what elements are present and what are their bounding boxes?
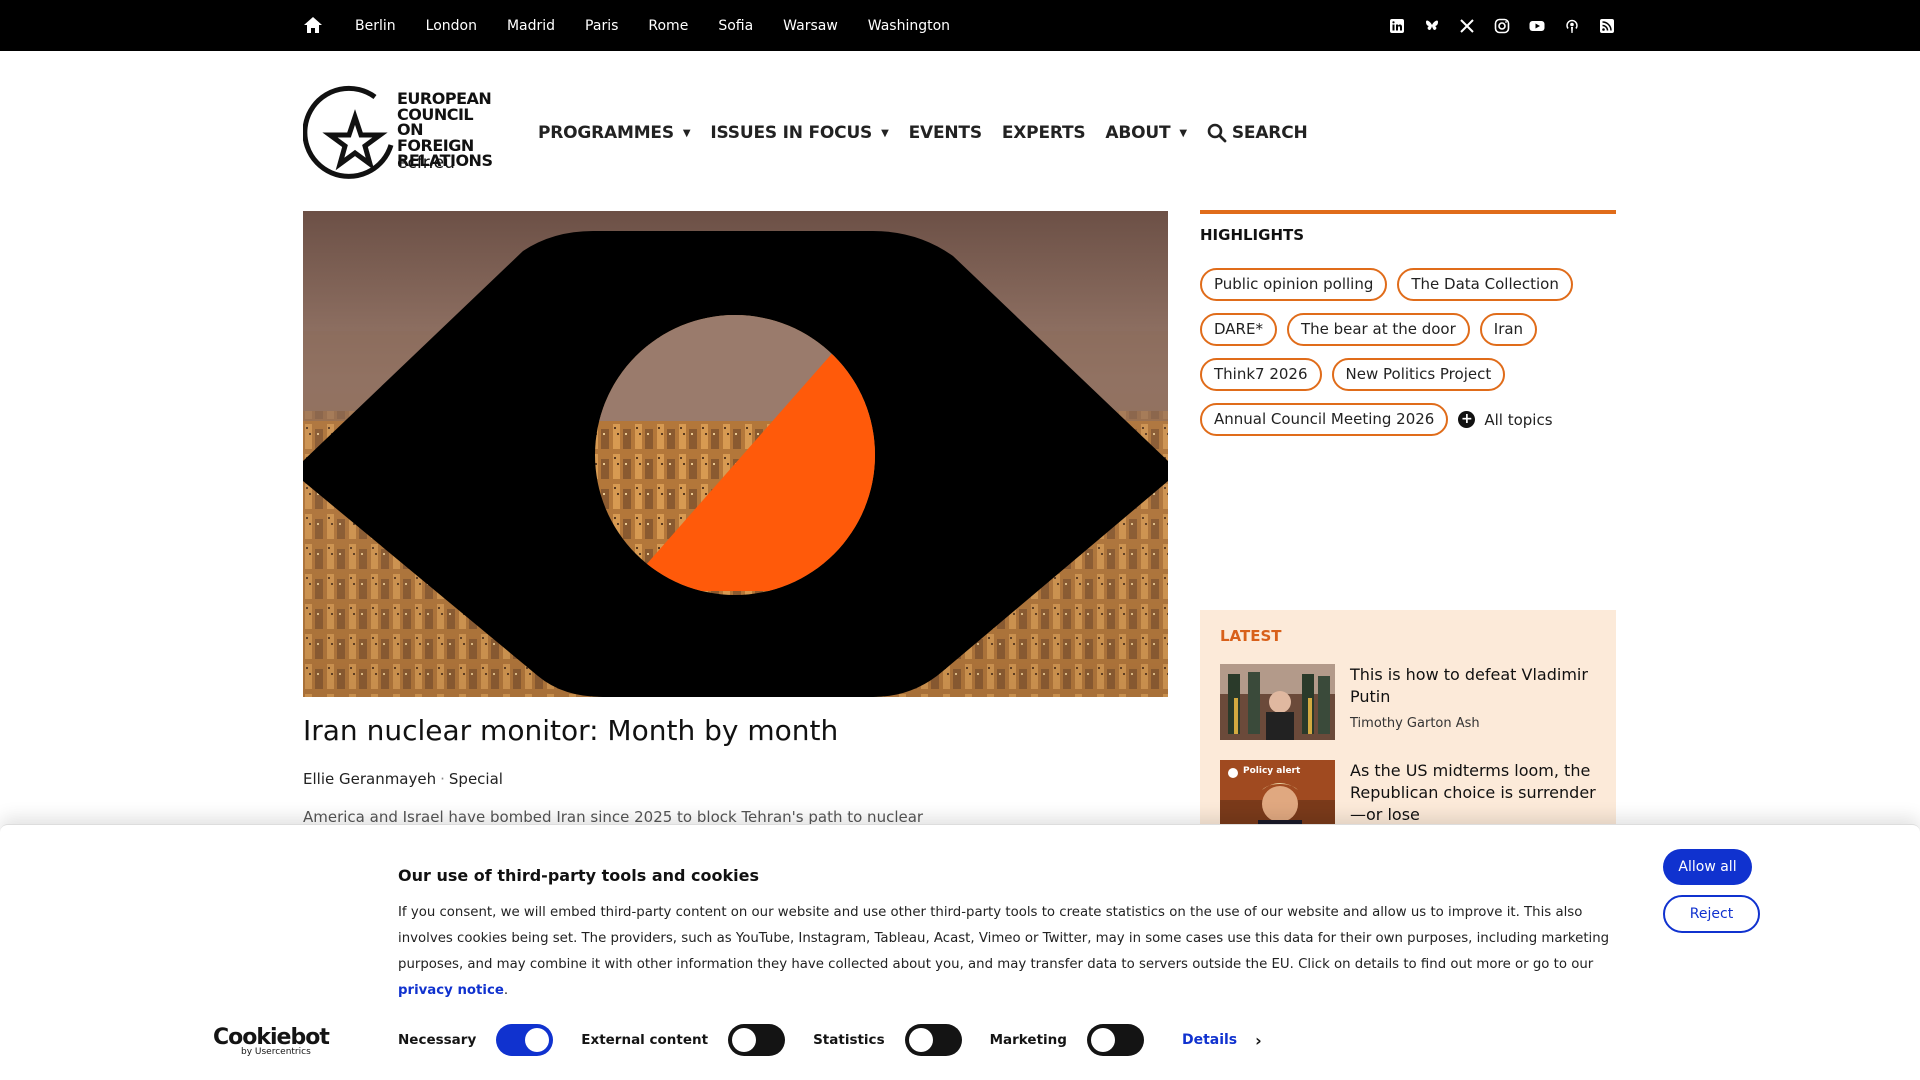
nav-issues-label: ISSUES IN FOCUS (710, 123, 873, 143)
instagram-icon[interactable] (1494, 18, 1510, 34)
city-link-london[interactable]: London (426, 18, 477, 34)
plus-circle-icon: + (1458, 411, 1476, 428)
topic-pill[interactable]: Public opinion polling (1200, 268, 1388, 301)
toggle-external-content: External content (581, 1024, 786, 1056)
logo-url: ecfr.eu (397, 153, 455, 173)
article-type: Special (448, 770, 503, 788)
nav-issues-in-focus[interactable]: ISSUES IN FOCUS ▼ (710, 123, 888, 143)
caret-down-icon: ▼ (1179, 127, 1187, 139)
topic-pill[interactable]: Annual Council Meeting 2026 (1200, 403, 1449, 436)
topic-pill[interactable]: DARE* (1200, 313, 1277, 346)
all-topics-label: All topics (1484, 410, 1553, 429)
toggle-label: Necessary (398, 1032, 477, 1048)
logo-line-3: ON FOREIGN (397, 120, 474, 155)
latest-headline[interactable]: As the US midterms loom, the Republican … (1350, 760, 1600, 826)
podcast-icon[interactable] (1564, 18, 1580, 34)
city-link-sofia[interactable]: Sofia (718, 18, 753, 34)
privacy-notice-link[interactable]: privacy notice (398, 983, 504, 998)
office-links: Berlin London Madrid Paris Rome Sofia Wa… (355, 0, 980, 51)
statistics-switch[interactable] (904, 1024, 962, 1056)
city-link-washington[interactable]: Washington (868, 18, 950, 34)
nav-search-label: SEARCH (1231, 123, 1308, 143)
switch-knob (525, 1028, 550, 1052)
star-circle-logo-icon (303, 85, 394, 179)
marketing-switch[interactable] (1086, 1024, 1144, 1056)
nav-about-label: ABOUT (1105, 123, 1171, 143)
nav-search[interactable]: SEARCH (1207, 123, 1308, 143)
topic-pill[interactable]: Think7 2026 (1200, 358, 1322, 391)
reject-button[interactable]: Reject (1663, 895, 1760, 933)
topic-pill[interactable]: Iran (1479, 313, 1538, 346)
youtube-icon[interactable] (1529, 18, 1545, 34)
city-link-rome[interactable]: Rome (648, 18, 688, 34)
cookie-description: If you consent, we will embed third-part… (398, 900, 1613, 1004)
article-author[interactable]: Ellie Geranmayeh (303, 770, 436, 788)
caret-down-icon: ▼ (682, 127, 691, 139)
latest-headline[interactable]: This is how to defeat Vladimir Putin (1350, 664, 1600, 708)
nav-experts[interactable]: EXPERTS (1002, 123, 1086, 143)
topic-pill[interactable]: New Politics Project (1331, 358, 1506, 391)
topic-pill[interactable]: The Data Collection (1397, 268, 1573, 301)
cookie-title: Our use of third-party tools and cookies (398, 866, 759, 885)
social-links (1389, 0, 1615, 51)
linkedin-icon[interactable] (1389, 18, 1405, 34)
chevron-right-icon: › (1255, 1030, 1262, 1050)
hero-eye-illustration (303, 211, 1168, 697)
article-title[interactable]: Iran nuclear monitor: Month by month (303, 714, 838, 747)
search-icon (1207, 123, 1227, 143)
toggle-label: Marketing (989, 1032, 1067, 1048)
top-bar: Berlin London Madrid Paris Rome Sofia Wa… (0, 0, 1920, 51)
highlights-divider (1200, 210, 1616, 214)
cookie-consent-banner: Our use of third-party tools and cookies… (0, 824, 1920, 1080)
nav-programmes[interactable]: PROGRAMMES ▼ (538, 123, 691, 143)
all-topics-link[interactable]: + All topics (1458, 410, 1553, 429)
details-link[interactable]: Details › (1182, 1031, 1262, 1050)
byline-separator: · (440, 770, 445, 788)
rss-icon[interactable] (1599, 18, 1615, 34)
external-content-switch[interactable] (728, 1024, 786, 1056)
x-icon[interactable] (1459, 18, 1475, 34)
highlights-topics: Public opinion polling The Data Collecti… (1200, 268, 1620, 448)
toggle-marketing: Marketing (990, 1024, 1144, 1056)
latest-author[interactable]: Timothy Garton Ash (1350, 716, 1480, 731)
latest-title: LATEST (1220, 627, 1282, 645)
cookie-description-text: If you consent, we will embed third-part… (398, 905, 1610, 972)
bluesky-icon[interactable] (1424, 18, 1440, 34)
home-icon[interactable] (303, 15, 323, 35)
switch-knob (732, 1028, 757, 1052)
city-link-madrid[interactable]: Madrid (507, 18, 555, 34)
nav-about[interactable]: ABOUT ▼ (1105, 123, 1187, 143)
cookie-description-end: . (503, 983, 509, 998)
toggle-necessary: Necessary (398, 1024, 554, 1056)
switch-knob (908, 1028, 933, 1052)
city-link-warsaw[interactable]: Warsaw (783, 18, 838, 34)
allow-all-button[interactable]: Allow all (1663, 849, 1752, 885)
toggle-label: External content (581, 1032, 709, 1048)
topic-pill[interactable]: The bear at the door (1286, 313, 1470, 346)
highlights-title: HIGHLIGHTS (1200, 226, 1305, 244)
details-label: Details (1181, 1032, 1238, 1048)
hero-image[interactable] (303, 211, 1168, 697)
article-byline: Ellie Geranmayeh · Special (303, 770, 503, 788)
necessary-switch[interactable] (496, 1024, 554, 1056)
latest-thumbnail[interactable] (1220, 664, 1335, 740)
cookiebot-logo: Cookiebot by Usercentrics (213, 1025, 330, 1057)
city-link-paris[interactable]: Paris (585, 18, 618, 34)
main-navigation: PROGRAMMES ▼ ISSUES IN FOCUS ▼ EVENTS EXPE… (538, 118, 1328, 148)
consent-toggles: Necessary External content Statistics Ma… (398, 1023, 1262, 1057)
city-link-berlin[interactable]: Berlin (355, 18, 396, 34)
toggle-label: Statistics (813, 1032, 885, 1048)
toggle-statistics: Statistics (813, 1024, 962, 1056)
caret-down-icon: ▼ (881, 127, 889, 139)
nav-programmes-label: PROGRAMMES (538, 123, 674, 143)
switch-knob (1090, 1028, 1115, 1052)
nav-events[interactable]: EVENTS (909, 123, 982, 143)
ecfr-logo[interactable]: EUROPEAN COUNCIL ON FOREIGN RELATIONS ec… (303, 83, 503, 181)
policy-alert-badge: Policy alert (1243, 766, 1301, 776)
latest-item[interactable]: This is how to defeat Vladimir Putin Tim… (1220, 664, 1600, 744)
